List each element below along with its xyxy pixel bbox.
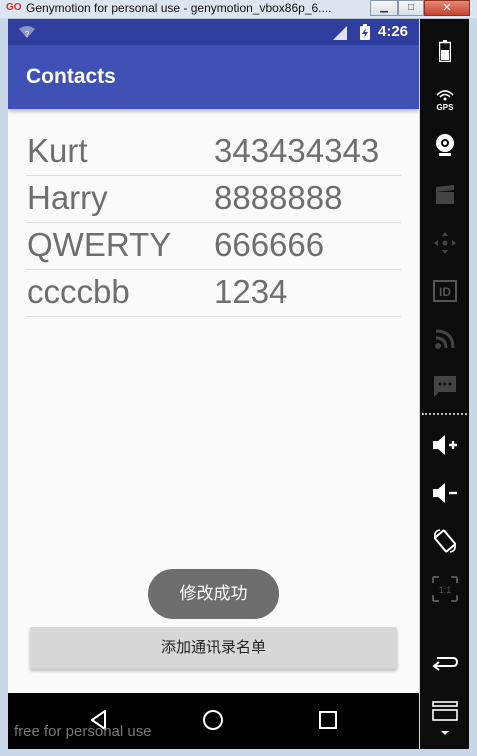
home-icon[interactable] [202, 709, 224, 731]
contact-phone: 343434343 [214, 132, 380, 169]
contact-name: QWERTY [27, 226, 172, 263]
gps-tool[interactable]: GPS [420, 79, 469, 119]
battery-tool[interactable] [420, 31, 469, 71]
genymotion-logo-icon: GO [6, 2, 22, 13]
battery-charging-icon [360, 24, 370, 40]
message-icon [433, 376, 456, 397]
contact-name: Harry [27, 179, 108, 216]
watermark-text: free for personal use [14, 723, 152, 740]
signal-icon [333, 26, 347, 40]
capture-tool[interactable] [420, 175, 469, 215]
svg-text:?: ? [25, 30, 30, 39]
gps-icon: GPS [435, 90, 454, 111]
contact-phone: 666666 [214, 226, 325, 263]
overview-icon [431, 701, 458, 721]
contact-list: Kurt 343434343 Harry 8888888 QWERTY 6666… [26, 129, 401, 317]
sms-tool[interactable] [420, 367, 469, 407]
device-screen: ? 4:26 Contacts Kurt 343434343 Harry 888… [8, 19, 419, 693]
return-icon [431, 657, 458, 671]
pixel-perfect-icon: 1:1 [431, 576, 458, 602]
status-time: 4:26 [378, 23, 409, 40]
volume-down-icon [432, 483, 457, 503]
battery-icon [438, 40, 451, 62]
window-frame-right [469, 18, 477, 756]
webcam-icon [435, 134, 454, 156]
window-title: Genymotion for personal use - genymotion… [26, 1, 332, 15]
back-tool[interactable] [420, 643, 469, 683]
volume-down-button[interactable] [420, 473, 469, 513]
id-icon: ID [432, 280, 457, 302]
device-id-tool[interactable]: ID [420, 271, 469, 311]
recent-apps-icon[interactable] [317, 709, 339, 731]
toolbar-separator [422, 413, 467, 415]
window-frame-bottom [0, 749, 477, 756]
window-title-bar: GO Genymotion for personal use - genymot… [0, 0, 477, 19]
contact-phone: 1234 [214, 273, 288, 310]
toolbar-more[interactable] [420, 723, 469, 743]
emulator-toolbar: GPS ID 1:1 [420, 19, 469, 749]
contact-name: ccccbb [27, 273, 130, 310]
svg-text:GPS: GPS [436, 103, 454, 111]
contact-row[interactable]: ccccbb 1234 [26, 270, 401, 317]
app-title: Contacts [26, 65, 116, 88]
app-bar: Contacts [8, 45, 419, 109]
network-tool[interactable] [420, 319, 469, 359]
minimize-button[interactable]: ▁ [370, 0, 398, 16]
contact-row[interactable]: QWERTY 666666 [26, 223, 401, 270]
window-frame-left [0, 18, 8, 756]
volume-up-icon [432, 435, 457, 455]
dpad-icon [433, 232, 456, 254]
clapperboard-icon [435, 185, 454, 204]
contact-row[interactable]: Kurt 343434343 [26, 129, 401, 176]
pixel-perfect-tool[interactable]: 1:1 [420, 569, 469, 609]
navigation-bar [8, 693, 419, 749]
contact-phone: 8888888 [214, 179, 343, 216]
volume-up-button[interactable] [420, 425, 469, 465]
maximize-button[interactable]: □ [398, 0, 424, 16]
rss-icon [434, 329, 454, 349]
chevron-down-icon [440, 731, 449, 735]
remote-control-tool[interactable] [420, 223, 469, 263]
contact-row[interactable]: Harry 8888888 [26, 176, 401, 223]
add-contact-button[interactable]: 添加通讯录名单 [30, 627, 397, 669]
svg-text:ID: ID [439, 285, 451, 299]
webcam-tool[interactable] [420, 125, 469, 165]
svg-text:1:1: 1:1 [438, 585, 451, 595]
close-button[interactable]: ✕ [424, 0, 470, 16]
wifi-icon: ? [19, 26, 35, 39]
maximize-icon: □ [407, 2, 415, 13]
close-icon: ✕ [442, 2, 452, 14]
toast-message: 修改成功 [148, 569, 279, 619]
minimize-icon: ▁ [380, 2, 388, 13]
rotate-icon [433, 529, 456, 553]
rotate-button[interactable] [420, 521, 469, 561]
status-bar: ? 4:26 [8, 19, 419, 45]
contact-name: Kurt [27, 132, 88, 169]
